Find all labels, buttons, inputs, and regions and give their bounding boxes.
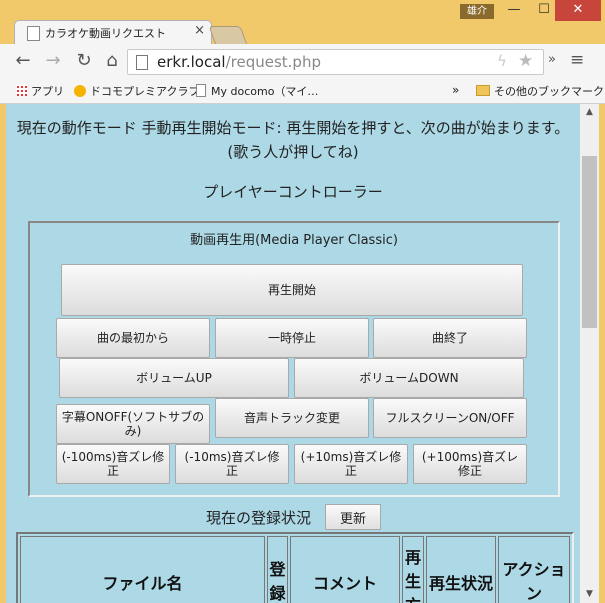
col-header-file: ファイル名 — [20, 536, 265, 603]
back-arrow-icon[interactable]: ← — [12, 50, 34, 72]
scroll-thumb[interactable] — [582, 156, 597, 328]
folder-icon — [476, 85, 490, 96]
end-song-button[interactable]: 曲終了 — [373, 318, 527, 358]
bookmark-mydocomo-label: My docomo（マイ… — [211, 85, 319, 98]
docomo-icon — [74, 85, 86, 97]
browser-window: 雄介 — ☐ ✕ カラオケ動画リクエスト × ← → ↻ ⌂ erkr.loca… — [0, 0, 605, 603]
page-icon — [136, 55, 148, 70]
audio-track-button[interactable]: 音声トラック変更 — [215, 398, 369, 438]
url-text[interactable]: erkr.local/request.php — [157, 53, 321, 71]
offset-minus100-button[interactable]: (-100ms)音ズレ修正 — [56, 444, 170, 484]
extensions-chevron-icon[interactable]: » — [548, 52, 556, 67]
bookmark-docomo-label: ドコモプレミアクラブ — [90, 85, 200, 98]
title-bar: 雄介 — ☐ ✕ — [0, 0, 605, 22]
play-start-button[interactable]: 再生開始 — [61, 264, 523, 316]
col-header-status: 再生状況 — [426, 536, 496, 603]
offset-minus10-button[interactable]: (-10ms)音ズレ修正 — [175, 444, 289, 484]
menu-icon[interactable]: ≡ — [570, 50, 584, 70]
player-controls-panel: 動画再生用(Media Player Classic) 再生開始 曲の最初から … — [28, 221, 560, 497]
bookmark-apps[interactable]: アプリ — [16, 83, 64, 99]
bookmarks-more-chevron-icon[interactable]: » — [452, 83, 459, 97]
maximize-icon[interactable]: ☐ — [530, 0, 558, 21]
forward-arrow-icon[interactable]: → — [42, 50, 64, 72]
pause-button[interactable]: 一時停止 — [215, 318, 369, 358]
player-controller-title: プレイヤーコントローラー — [203, 183, 383, 201]
mode-description: 現在の動作モード 手動再生開始モード: 再生開始を押すと、次の曲が始まります。(… — [16, 119, 570, 161]
page-favicon-icon — [27, 26, 40, 41]
document-icon — [196, 84, 206, 97]
page-viewport: 現在の動作モード 手動再生開始モード: 再生開始を押すと、次の曲が始まります。(… — [6, 104, 580, 603]
vertical-scrollbar[interactable]: ▲ ▼ — [580, 104, 599, 603]
registration-status-label: 現在の登録状況 — [206, 509, 312, 527]
user-badge[interactable]: 雄介 — [460, 4, 494, 19]
tab-title: カラオケ動画リクエスト — [45, 27, 166, 40]
bookmark-my-docomo[interactable]: My docomo（マイ… — [196, 83, 318, 99]
new-tab-button[interactable] — [208, 26, 248, 45]
volume-down-button[interactable]: ボリュームDOWN — [294, 358, 524, 398]
apps-grid-icon — [16, 85, 27, 96]
refresh-button[interactable]: 更新 — [325, 504, 381, 530]
bookmarks-bar: アプリ ドコモプレミアクラブ My docomo（マイ… » その他のブックマー… — [0, 78, 605, 104]
tab-close-icon[interactable]: × — [194, 23, 205, 38]
col-header-registrant: 登録 — [267, 536, 288, 603]
bookmark-docomo-club[interactable]: ドコモプレミアクラブ — [74, 83, 199, 99]
table-header-row: ファイル名 登録 コメント 再生方 再生状況 アクション — [20, 536, 570, 603]
col-header-play-method: 再生方 — [402, 536, 424, 603]
minimize-icon[interactable]: — — [500, 0, 528, 21]
browser-tab[interactable]: カラオケ動画リクエスト × — [14, 20, 212, 45]
col-header-comment: コメント — [290, 536, 400, 603]
bookmark-other-label: その他のブックマーク — [494, 85, 604, 98]
volume-up-button[interactable]: ボリュームUP — [59, 358, 289, 398]
close-window-icon[interactable]: ✕ — [555, 0, 601, 21]
bolt-icon[interactable]: ϟ — [497, 52, 507, 70]
home-icon[interactable]: ⌂ — [101, 50, 123, 72]
from-beginning-button[interactable]: 曲の最初から — [56, 318, 210, 358]
offset-plus10-button[interactable]: (+10ms)音ズレ修正 — [294, 444, 408, 484]
scroll-up-arrow-icon[interactable]: ▲ — [580, 104, 599, 121]
col-header-action: アクション — [498, 536, 570, 603]
offset-plus100-button[interactable]: (+100ms)音ズレ修正 — [413, 444, 527, 484]
url-path: /request.php — [225, 53, 321, 71]
reload-icon[interactable]: ↻ — [73, 50, 95, 72]
url-host: erkr.local — [157, 53, 226, 71]
address-bar[interactable]: erkr.local/request.php ϟ ★ — [127, 49, 544, 75]
bookmark-star-icon[interactable]: ★ — [518, 51, 533, 71]
fullscreen-toggle-button[interactable]: フルスクリーンON/OFF — [373, 398, 527, 438]
request-table: ファイル名 登録 コメント 再生方 再生状況 アクション — [16, 532, 574, 603]
subtitle-toggle-button[interactable]: 字幕ONOFF(ソフトサブのみ) — [56, 404, 210, 444]
scroll-down-arrow-icon[interactable]: ▼ — [580, 586, 599, 603]
bookmark-other-folder[interactable]: その他のブックマーク — [476, 83, 604, 99]
player-legend: 動画再生用(Media Player Classic) — [190, 233, 398, 248]
bookmark-apps-label: アプリ — [31, 85, 64, 98]
browser-toolbar: ← → ↻ ⌂ erkr.local/request.php ϟ ★ » ≡ — [0, 44, 605, 79]
window-frame-right — [599, 104, 605, 603]
